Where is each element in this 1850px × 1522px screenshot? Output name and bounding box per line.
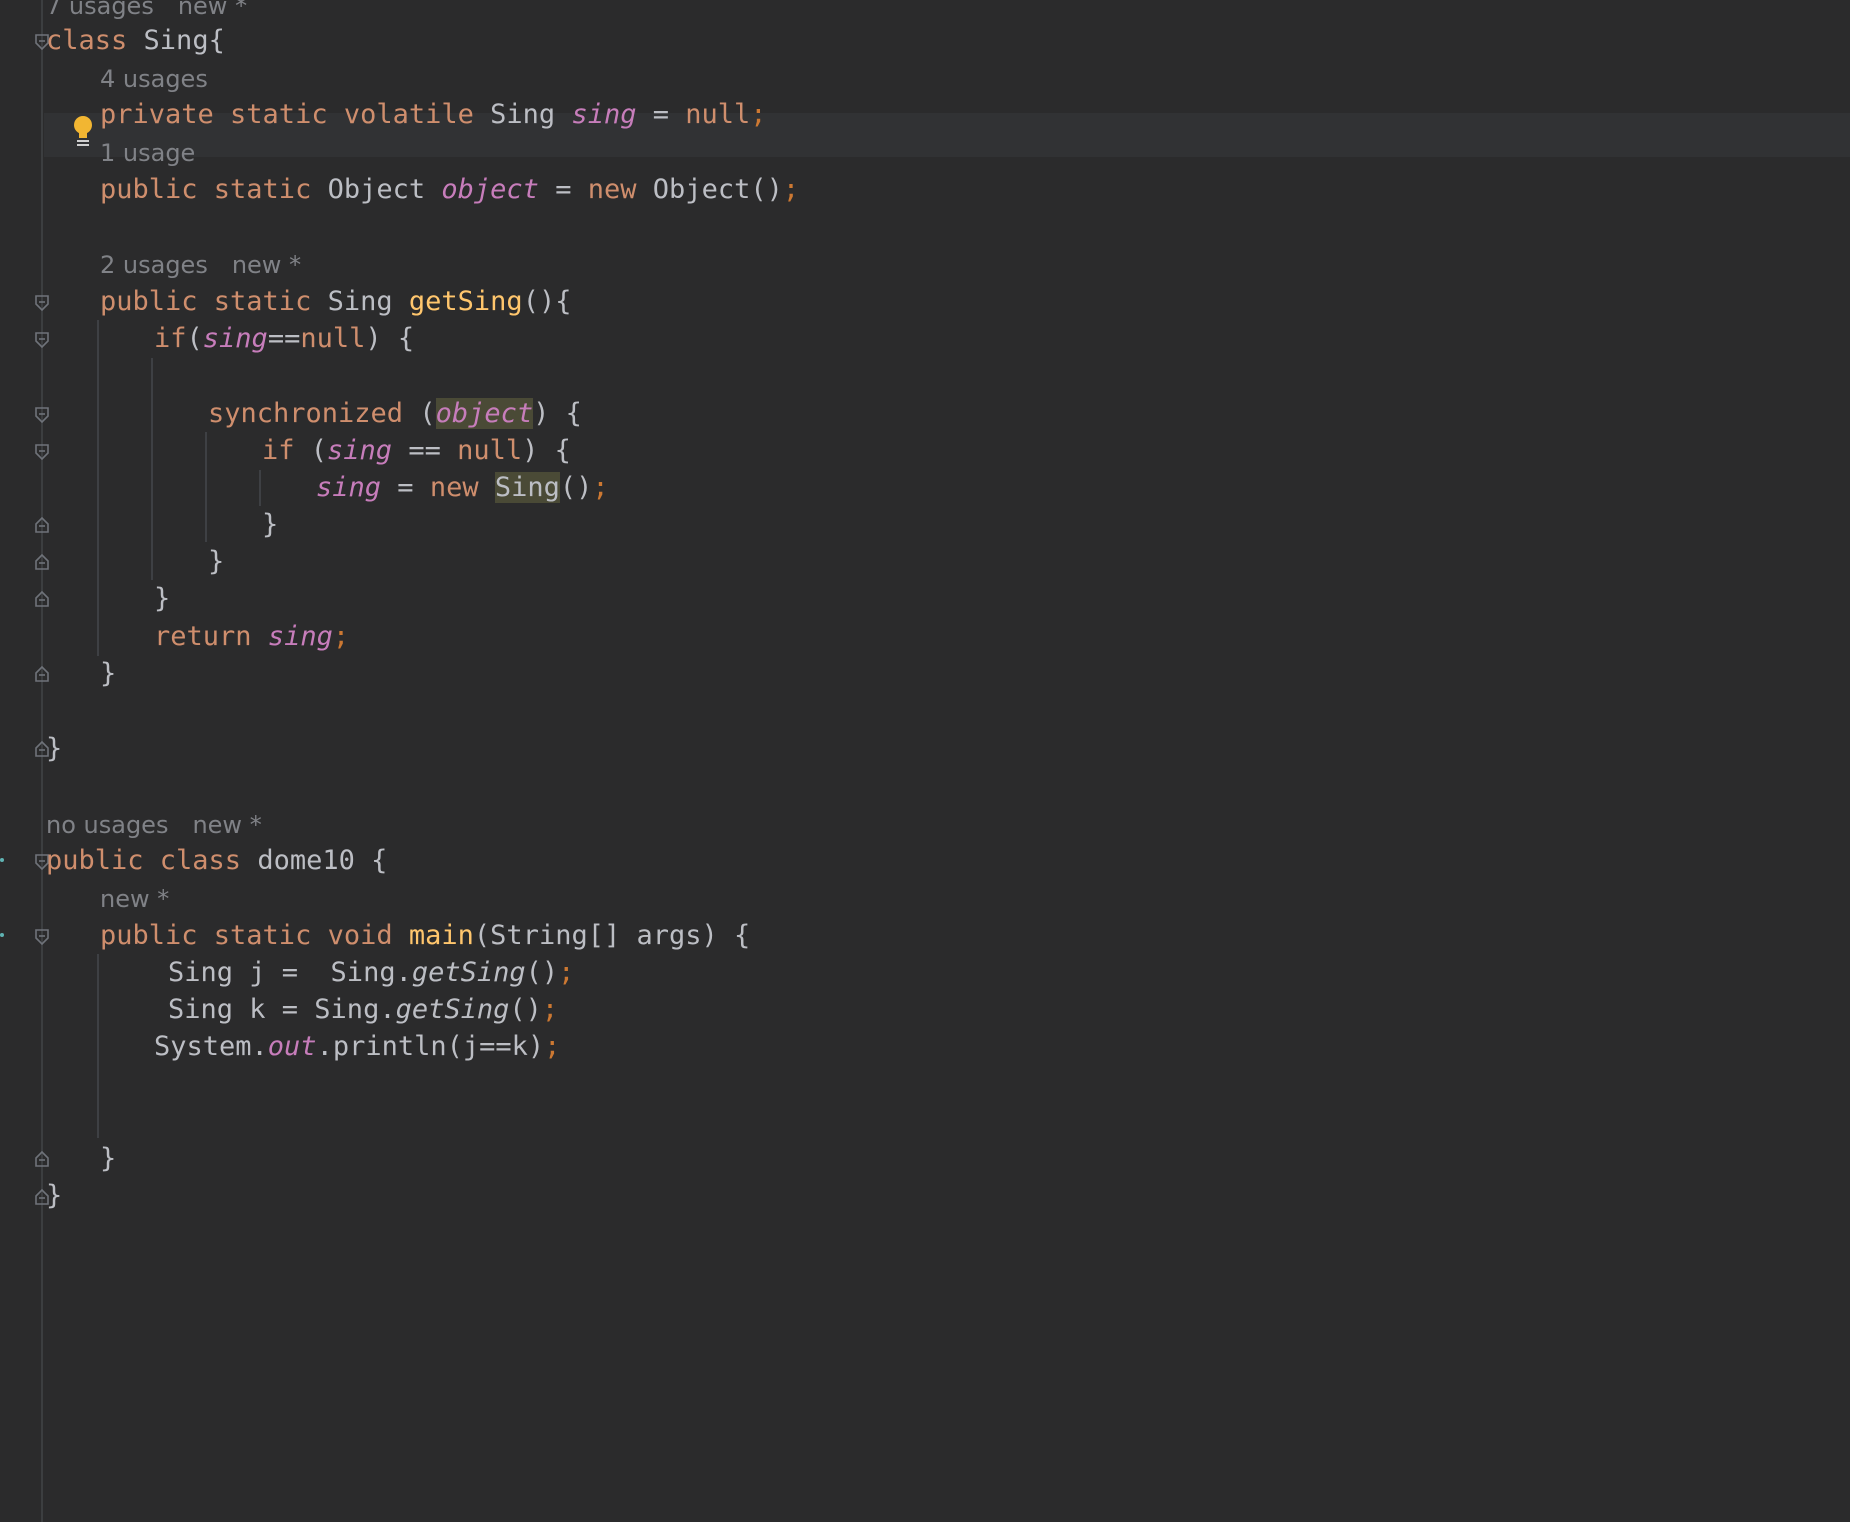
punctuation: () [559, 472, 593, 503]
punctuation: ( [294, 435, 328, 466]
punctuation: ) { [533, 398, 582, 429]
keyword: private static volatile [100, 99, 474, 130]
class-name: Sing{ [143, 25, 225, 56]
punctuation: } [100, 658, 117, 689]
method-name: getSing [408, 286, 523, 317]
field-name-highlighted: object [435, 398, 534, 429]
author-hint[interactable]: new * [178, 0, 247, 20]
keyword: class [46, 25, 128, 56]
static-method-call: getSing [395, 994, 510, 1025]
keyword: void [327, 920, 393, 951]
code-line[interactable]: System.out.println(j==k); [0, 1025, 1850, 1069]
usages-hint[interactable]: no usages [46, 811, 168, 839]
keyword: if [262, 435, 295, 466]
code-editor[interactable]: 7 usages new * class Sing{ 4 usages priva… [0, 0, 1850, 1522]
constructor-call: Object() [652, 174, 783, 205]
punctuation: (){ [522, 286, 572, 317]
keyword: public static [100, 286, 312, 317]
type-name: Sing [490, 99, 556, 130]
class-name: dome10 { [257, 845, 388, 876]
field-name: sing [202, 323, 268, 354]
operator: = [652, 99, 669, 130]
code-line[interactable]: public static Object object = new Object… [0, 168, 1850, 212]
semicolon: ; [750, 99, 767, 130]
keyword: public static [100, 174, 312, 205]
field-name: sing [327, 435, 393, 466]
keyword: null [685, 99, 751, 130]
punctuation: } [46, 1180, 63, 1211]
semicolon: ; [592, 472, 609, 503]
keyword: public class [46, 845, 242, 876]
punctuation: () [509, 994, 542, 1025]
type-name: Object [327, 174, 426, 205]
local-declaration: Sing j = Sing. [168, 957, 412, 988]
usages-count[interactable]: 7 usages [46, 0, 154, 20]
static-field: out [267, 1031, 317, 1062]
punctuation: ( [403, 398, 436, 429]
usages-hint[interactable]: 2 usages [100, 251, 208, 279]
keyword: null [457, 435, 523, 466]
field-name: sing [316, 472, 382, 503]
operator: == [392, 435, 458, 466]
code-line[interactable]: } [0, 1174, 1850, 1218]
keyword: new [587, 174, 637, 205]
method-name: main [408, 920, 474, 951]
punctuation: ) { [365, 323, 415, 354]
author-hint[interactable]: new * [192, 811, 261, 839]
punctuation: } [46, 733, 63, 764]
keyword: null [300, 323, 366, 354]
local-declaration: Sing k = Sing. [168, 994, 396, 1025]
operator: == [267, 323, 301, 354]
punctuation: () [525, 957, 559, 988]
parameters: (String[] args) { [473, 920, 751, 951]
keyword: synchronized [208, 398, 404, 429]
constructor-highlighted: Sing [494, 472, 560, 503]
punctuation: ( [186, 323, 203, 354]
semicolon: ; [332, 621, 350, 652]
semicolon: ; [782, 174, 800, 205]
code-line[interactable]: } [0, 727, 1850, 771]
field-name: object [441, 174, 539, 205]
operator: = [555, 174, 572, 205]
keyword: if [154, 323, 187, 354]
keyword: public static [100, 920, 312, 951]
punctuation: ) { [522, 435, 571, 466]
static-method-call: getSing [411, 957, 526, 988]
semicolon: ; [558, 957, 575, 988]
method-call: .println(j==k) [316, 1031, 545, 1062]
semicolon: ; [544, 1031, 561, 1062]
keyword: return [154, 621, 252, 652]
code-line[interactable]: } [0, 652, 1850, 696]
type-name: Sing [327, 286, 393, 317]
code-line[interactable]: if(sing==null) { [0, 317, 1850, 361]
operator: = [397, 472, 414, 503]
keyword: new [429, 472, 479, 503]
class-ref: System. [154, 1031, 268, 1062]
field-name: sing [571, 99, 637, 130]
semicolon: ; [541, 994, 559, 1025]
author-hint[interactable]: new * [232, 251, 301, 279]
field-name: sing [267, 621, 333, 652]
